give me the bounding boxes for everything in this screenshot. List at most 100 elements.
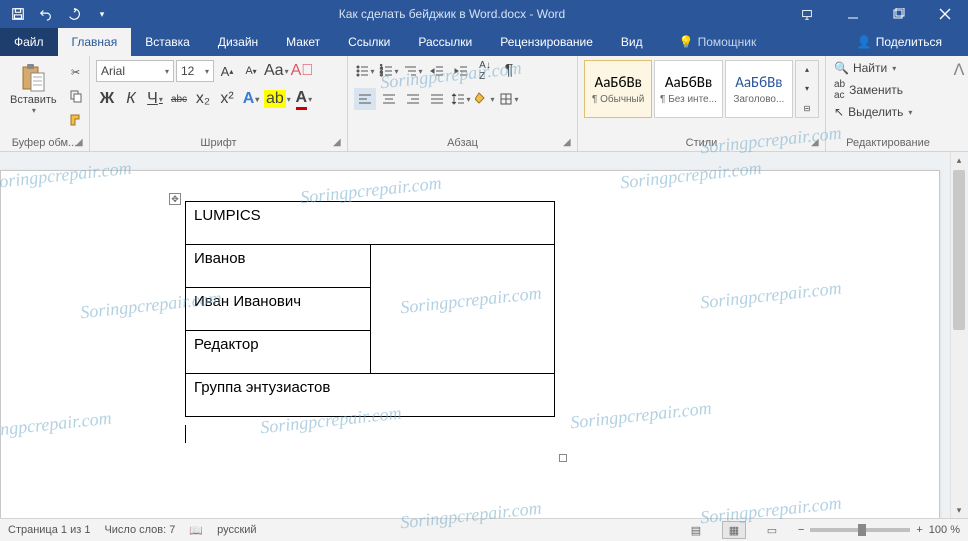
- cut-icon[interactable]: ✂: [65, 62, 87, 82]
- tab-references[interactable]: Ссылки: [334, 28, 404, 56]
- borders-icon[interactable]: ▾: [498, 88, 520, 110]
- tab-view[interactable]: Вид: [607, 28, 657, 56]
- vertical-scrollbar[interactable]: ▴ ▾: [950, 152, 967, 518]
- highlight-icon[interactable]: ab▾: [264, 88, 291, 110]
- group-label: Абзац: [354, 135, 571, 151]
- underline-button[interactable]: Ч▾: [144, 88, 166, 110]
- dialog-launcher-icon[interactable]: ◢: [333, 137, 345, 149]
- italic-button[interactable]: К: [120, 88, 142, 110]
- close-icon[interactable]: [922, 0, 968, 28]
- select-button[interactable]: ↖Выделить▾: [832, 104, 914, 120]
- tab-review[interactable]: Рецензирование: [486, 28, 607, 56]
- shading-icon[interactable]: ▾: [474, 88, 496, 110]
- status-page[interactable]: Страница 1 из 1: [8, 524, 90, 536]
- styles-expand[interactable]: ⊟: [796, 100, 818, 117]
- cell-role[interactable]: Редактор: [186, 331, 371, 374]
- find-icon: 🔍: [834, 61, 849, 75]
- tab-design[interactable]: Дизайн: [204, 28, 272, 56]
- paste-icon: [17, 62, 49, 94]
- ribbon-options-icon[interactable]: [784, 0, 830, 28]
- format-painter-icon[interactable]: [65, 110, 87, 130]
- subscript-button[interactable]: x₂: [192, 88, 214, 110]
- page[interactable]: ✥ LUMPICS Иванов Иван Иванович Редактор …: [0, 170, 940, 518]
- tab-insert[interactable]: Вставка: [131, 28, 204, 56]
- redo-icon[interactable]: [62, 2, 86, 26]
- find-button[interactable]: 🔍Найти▾: [832, 60, 914, 76]
- dec-indent-icon[interactable]: [426, 60, 448, 82]
- styles-row-up[interactable]: ▴: [796, 61, 818, 78]
- replace-icon: abac: [834, 79, 845, 101]
- styles-row-down[interactable]: ▾: [796, 80, 818, 97]
- copy-icon[interactable]: [65, 86, 87, 106]
- style-normal[interactable]: АаБбВв ¶ Обычный: [584, 60, 652, 118]
- text-effects-icon[interactable]: A▾: [240, 88, 262, 110]
- collapse-ribbon-icon[interactable]: ᐱ: [950, 56, 968, 151]
- minimize-icon[interactable]: [830, 0, 876, 28]
- undo-icon[interactable]: [34, 2, 58, 26]
- cell-photo[interactable]: [370, 245, 555, 374]
- zoom-level[interactable]: 100 %: [929, 524, 960, 536]
- numbering-icon[interactable]: 123▾: [378, 60, 400, 82]
- cell-company[interactable]: LUMPICS: [186, 202, 555, 245]
- align-right-icon[interactable]: [402, 88, 424, 110]
- zoom-control: − + 100 %: [798, 524, 960, 536]
- dialog-launcher-icon[interactable]: ◢: [75, 137, 87, 149]
- table-move-handle-icon[interactable]: ✥: [169, 193, 181, 205]
- zoom-in-icon[interactable]: +: [916, 524, 922, 536]
- view-print-icon[interactable]: ▦: [722, 521, 746, 539]
- tell-me[interactable]: 💡Помощник: [665, 28, 771, 56]
- font-name-combo[interactable]: Arial▾: [96, 60, 174, 82]
- zoom-out-icon[interactable]: −: [798, 524, 804, 536]
- qa-customize-icon[interactable]: ▾: [90, 2, 114, 26]
- bullets-icon[interactable]: ▾: [354, 60, 376, 82]
- scroll-down-icon[interactable]: ▾: [951, 502, 967, 518]
- select-icon: ↖: [834, 105, 844, 119]
- status-language[interactable]: русский: [217, 524, 256, 536]
- proofing-icon[interactable]: 📖: [189, 524, 203, 537]
- zoom-slider[interactable]: [810, 528, 910, 532]
- superscript-button[interactable]: x²: [216, 88, 238, 110]
- group-clipboard: Вставить ▾ ✂ Буфер обм... ◢: [0, 56, 90, 151]
- tab-file[interactable]: Файл: [0, 28, 58, 56]
- tab-mailings[interactable]: Рассылки: [404, 28, 486, 56]
- dialog-launcher-icon[interactable]: ◢: [811, 137, 823, 149]
- status-words[interactable]: Число слов: 7: [104, 524, 175, 536]
- show-marks-icon[interactable]: ¶: [498, 60, 520, 82]
- sort-icon[interactable]: A↓Z: [474, 60, 496, 82]
- cell-group[interactable]: Группа энтузиастов: [186, 374, 555, 417]
- change-case-icon[interactable]: Aa▾: [264, 60, 289, 82]
- text-cursor: [185, 425, 939, 443]
- font-color-icon[interactable]: A▾: [293, 88, 315, 110]
- strike-button[interactable]: abc: [168, 88, 190, 110]
- grow-font-icon[interactable]: A▴: [216, 60, 238, 82]
- cell-firstname[interactable]: Иван Иванович: [186, 288, 371, 331]
- inc-indent-icon[interactable]: [450, 60, 472, 82]
- style-nospacing[interactable]: АаБбВв ¶ Без инте...: [654, 60, 722, 118]
- scroll-up-icon[interactable]: ▴: [951, 152, 967, 168]
- style-heading1[interactable]: АаБбВв Заголово...: [725, 60, 793, 118]
- maximize-icon[interactable]: [876, 0, 922, 28]
- bold-button[interactable]: Ж: [96, 88, 118, 110]
- line-spacing-icon[interactable]: ▾: [450, 88, 472, 110]
- multilevel-icon[interactable]: ▾: [402, 60, 424, 82]
- table-resize-handle-icon[interactable]: [559, 454, 567, 462]
- save-icon[interactable]: [6, 2, 30, 26]
- view-read-icon[interactable]: ▤: [684, 521, 708, 539]
- dialog-launcher-icon[interactable]: ◢: [563, 137, 575, 149]
- align-justify-icon[interactable]: [426, 88, 448, 110]
- align-center-icon[interactable]: [378, 88, 400, 110]
- paste-button[interactable]: Вставить ▾: [6, 60, 61, 117]
- scroll-thumb[interactable]: [953, 170, 965, 330]
- window-controls: [784, 0, 968, 28]
- cell-lastname[interactable]: Иванов: [186, 245, 371, 288]
- clear-format-icon[interactable]: A⃠: [291, 60, 314, 82]
- tab-home[interactable]: Главная: [58, 28, 132, 56]
- replace-button[interactable]: abacЗаменить: [832, 78, 914, 102]
- tab-layout[interactable]: Макет: [272, 28, 334, 56]
- shrink-font-icon[interactable]: A▾: [240, 60, 262, 82]
- align-left-icon[interactable]: [354, 88, 376, 110]
- badge-table[interactable]: LUMPICS Иванов Иван Иванович Редактор Гр…: [185, 201, 555, 417]
- view-web-icon[interactable]: ▭: [760, 521, 784, 539]
- share-button[interactable]: 👤Поделиться: [843, 28, 956, 56]
- font-size-combo[interactable]: 12▾: [176, 60, 214, 82]
